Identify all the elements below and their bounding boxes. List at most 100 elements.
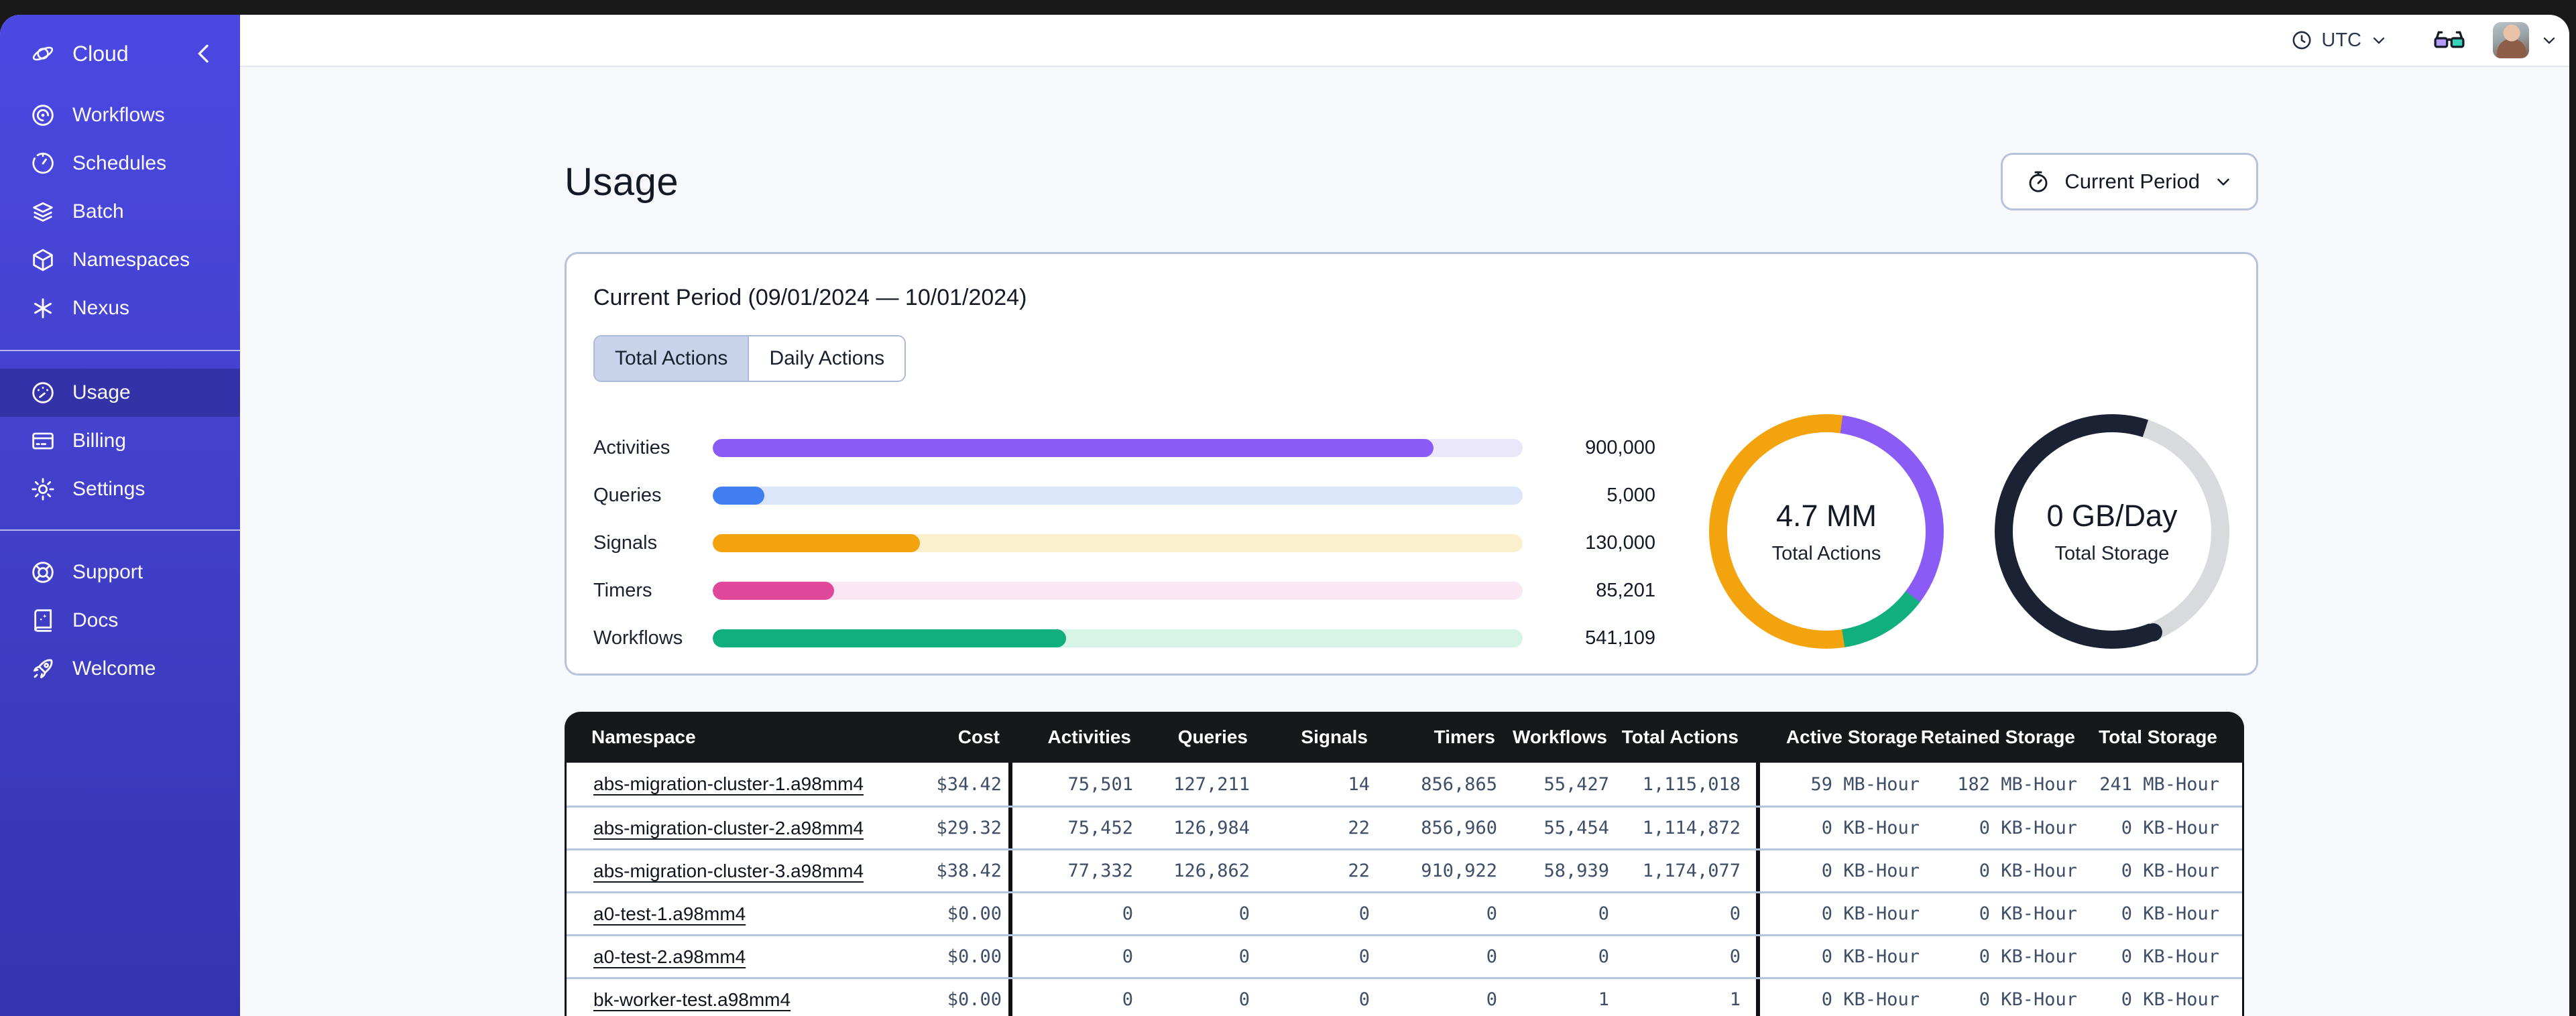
sidebar-item-label: Welcome xyxy=(72,657,156,680)
sidebar-collapse-icon[interactable] xyxy=(190,40,217,67)
workflows-icon xyxy=(30,102,56,129)
cell-active-storage: 0 KB-Hour xyxy=(1821,818,1920,838)
cell-queries: 0 xyxy=(1238,946,1250,967)
cell-queries: 126,984 xyxy=(1173,818,1250,838)
sidebar-item-workflows[interactable]: Workflows xyxy=(0,91,240,139)
cell-queries: 127,211 xyxy=(1173,773,1250,795)
tab-daily-actions[interactable]: Daily Actions xyxy=(748,336,905,381)
col-signals: Signals xyxy=(1301,726,1368,747)
sidebar-item-label: Workflows xyxy=(72,104,165,126)
chevron-down-icon xyxy=(2217,178,2229,186)
table-header: Namespace Cost Activities Queries Signal… xyxy=(565,712,2244,763)
user-avatar xyxy=(2493,22,2529,58)
cell-total-actions: 1,174,077 xyxy=(1642,861,1741,881)
cell-workflows: 0 xyxy=(1598,903,1609,924)
billing-card-icon xyxy=(30,428,56,454)
usage-gauge-icon xyxy=(30,379,56,406)
namespace-link[interactable]: bk-worker-test.a98mm4 xyxy=(593,989,791,1010)
donut-caption: Total Storage xyxy=(2054,542,2170,564)
user-menu[interactable] xyxy=(2493,22,2559,58)
cell-signals: 0 xyxy=(1358,903,1370,924)
sidebar-item-label: Namespaces xyxy=(72,249,190,271)
sidebar-item-settings[interactable]: Settings xyxy=(0,465,240,513)
sidebar-item-batch[interactable]: Batch xyxy=(0,188,240,236)
review-glasses-button[interactable] xyxy=(2430,25,2469,55)
sidebar-item-usage[interactable]: Usage xyxy=(0,369,240,417)
col-workflows: Workflows xyxy=(1512,726,1607,747)
cell-signals: 22 xyxy=(1348,861,1370,881)
period-selector-button[interactable]: Current Period xyxy=(2001,153,2258,210)
app-window: Cloud Workflows Schedules Batch Namespac… xyxy=(0,15,2569,1016)
donut-center: 0 GB/Day Total Storage xyxy=(1995,414,2229,649)
nexus-asterisk-icon xyxy=(30,295,56,322)
cell-workflows: 55,427 xyxy=(1543,773,1609,795)
bar-row-queries: Queries 5,000 xyxy=(593,485,1655,507)
bar-track xyxy=(713,439,1523,457)
bar-row-activities: Activities 900,000 xyxy=(593,437,1655,459)
table-body: abs-migration-cluster-1.a98mm4 $34.42 75… xyxy=(565,763,2244,1016)
sidebar-item-welcome[interactable]: Welcome xyxy=(0,645,240,693)
usage-summary-card: Current Period (09/01/2024 — 10/01/2024)… xyxy=(565,252,2258,676)
cell-workflows: 58,939 xyxy=(1543,861,1609,881)
sidebar-item-label: Support xyxy=(72,561,143,583)
sidebar-divider xyxy=(0,350,240,351)
sidebar-item-schedules[interactable]: Schedules xyxy=(0,139,240,188)
cell-activities: 0 xyxy=(1122,989,1133,1010)
namespace-link[interactable]: a0-test-2.a98mm4 xyxy=(593,946,746,967)
column-divider xyxy=(1002,893,1019,934)
batch-layers-icon xyxy=(30,198,56,225)
cell-total-actions: 1,114,872 xyxy=(1642,818,1741,838)
timezone-selector[interactable]: UTC xyxy=(2290,29,2388,52)
column-divider xyxy=(1741,763,1775,806)
cell-cost: $38.42 xyxy=(936,861,1002,881)
glasses-icon xyxy=(2434,31,2465,48)
cell-signals: 22 xyxy=(1348,818,1370,838)
sidebar-brand-label: Cloud xyxy=(72,41,129,66)
bar-value: 900,000 xyxy=(1585,437,1655,458)
sidebar-item-docs[interactable]: Docs xyxy=(0,596,240,645)
column-divider xyxy=(1741,893,1775,934)
col-cost: Cost xyxy=(957,726,1000,747)
bar-track xyxy=(713,629,1523,647)
cell-timers: 0 xyxy=(1486,946,1497,967)
namespace-link[interactable]: abs-migration-cluster-2.a98mm4 xyxy=(593,818,864,838)
sidebar-brand-cloud[interactable]: Cloud xyxy=(0,25,240,82)
sidebar-item-nexus[interactable]: Nexus xyxy=(0,284,240,332)
sidebar-item-label: Nexus xyxy=(72,297,130,319)
sidebar-item-support[interactable]: Support xyxy=(0,548,240,596)
sidebar-item-namespaces[interactable]: Namespaces xyxy=(0,236,240,284)
namespace-link[interactable]: a0-test-1.a98mm4 xyxy=(593,903,746,924)
cell-total-actions: 1,115,018 xyxy=(1642,773,1741,795)
namespace-link[interactable]: abs-migration-cluster-1.a98mm4 xyxy=(593,773,864,794)
cell-active-storage: 59 MB-Hour xyxy=(1810,773,1920,795)
col-namespace: Namespace xyxy=(591,726,696,747)
namespace-link[interactable]: abs-migration-cluster-3.a98mm4 xyxy=(593,861,864,881)
cell-activities: 0 xyxy=(1122,946,1133,967)
sidebar-item-label: Batch xyxy=(72,200,124,223)
usage-table: Namespace Cost Activities Queries Signal… xyxy=(565,712,2244,1016)
cell-total-storage: 0 KB-Hour xyxy=(2121,903,2219,924)
column-divider xyxy=(1002,763,1019,806)
cell-total-actions: 0 xyxy=(1729,946,1741,967)
cell-total-actions: 1 xyxy=(1729,989,1741,1010)
cell-timers: 0 xyxy=(1486,989,1497,1010)
bar-row-workflows: Workflows 541,109 xyxy=(593,627,1655,649)
tab-total-actions[interactable]: Total Actions xyxy=(595,336,748,381)
bar-label: Activities xyxy=(593,437,670,458)
chevron-down-icon xyxy=(2373,37,2385,44)
cell-retained-storage: 0 KB-Hour xyxy=(1979,989,2077,1010)
sidebar-item-billing[interactable]: Billing xyxy=(0,417,240,465)
cell-retained-storage: 0 KB-Hour xyxy=(1979,946,2077,967)
col-total-storage: Total Storage xyxy=(2099,726,2217,747)
cell-signals: 14 xyxy=(1348,773,1370,795)
cell-retained-storage: 0 KB-Hour xyxy=(1979,861,2077,881)
table-row: bk-worker-test.a98mm4 $0.00 0 0 0 0 1 1 … xyxy=(567,977,2242,1016)
bar-label: Queries xyxy=(593,485,662,506)
col-active-storage: Active Storage xyxy=(1785,726,1918,747)
cell-active-storage: 0 KB-Hour xyxy=(1821,903,1920,924)
col-timers: Timers xyxy=(1433,726,1495,747)
page-header: Usage Current Period xyxy=(565,153,2258,210)
content-area: Usage Current Period Current Period (09/… xyxy=(240,67,2569,1016)
bar-label: Timers xyxy=(593,580,652,601)
cell-cost: $0.00 xyxy=(947,946,1002,967)
